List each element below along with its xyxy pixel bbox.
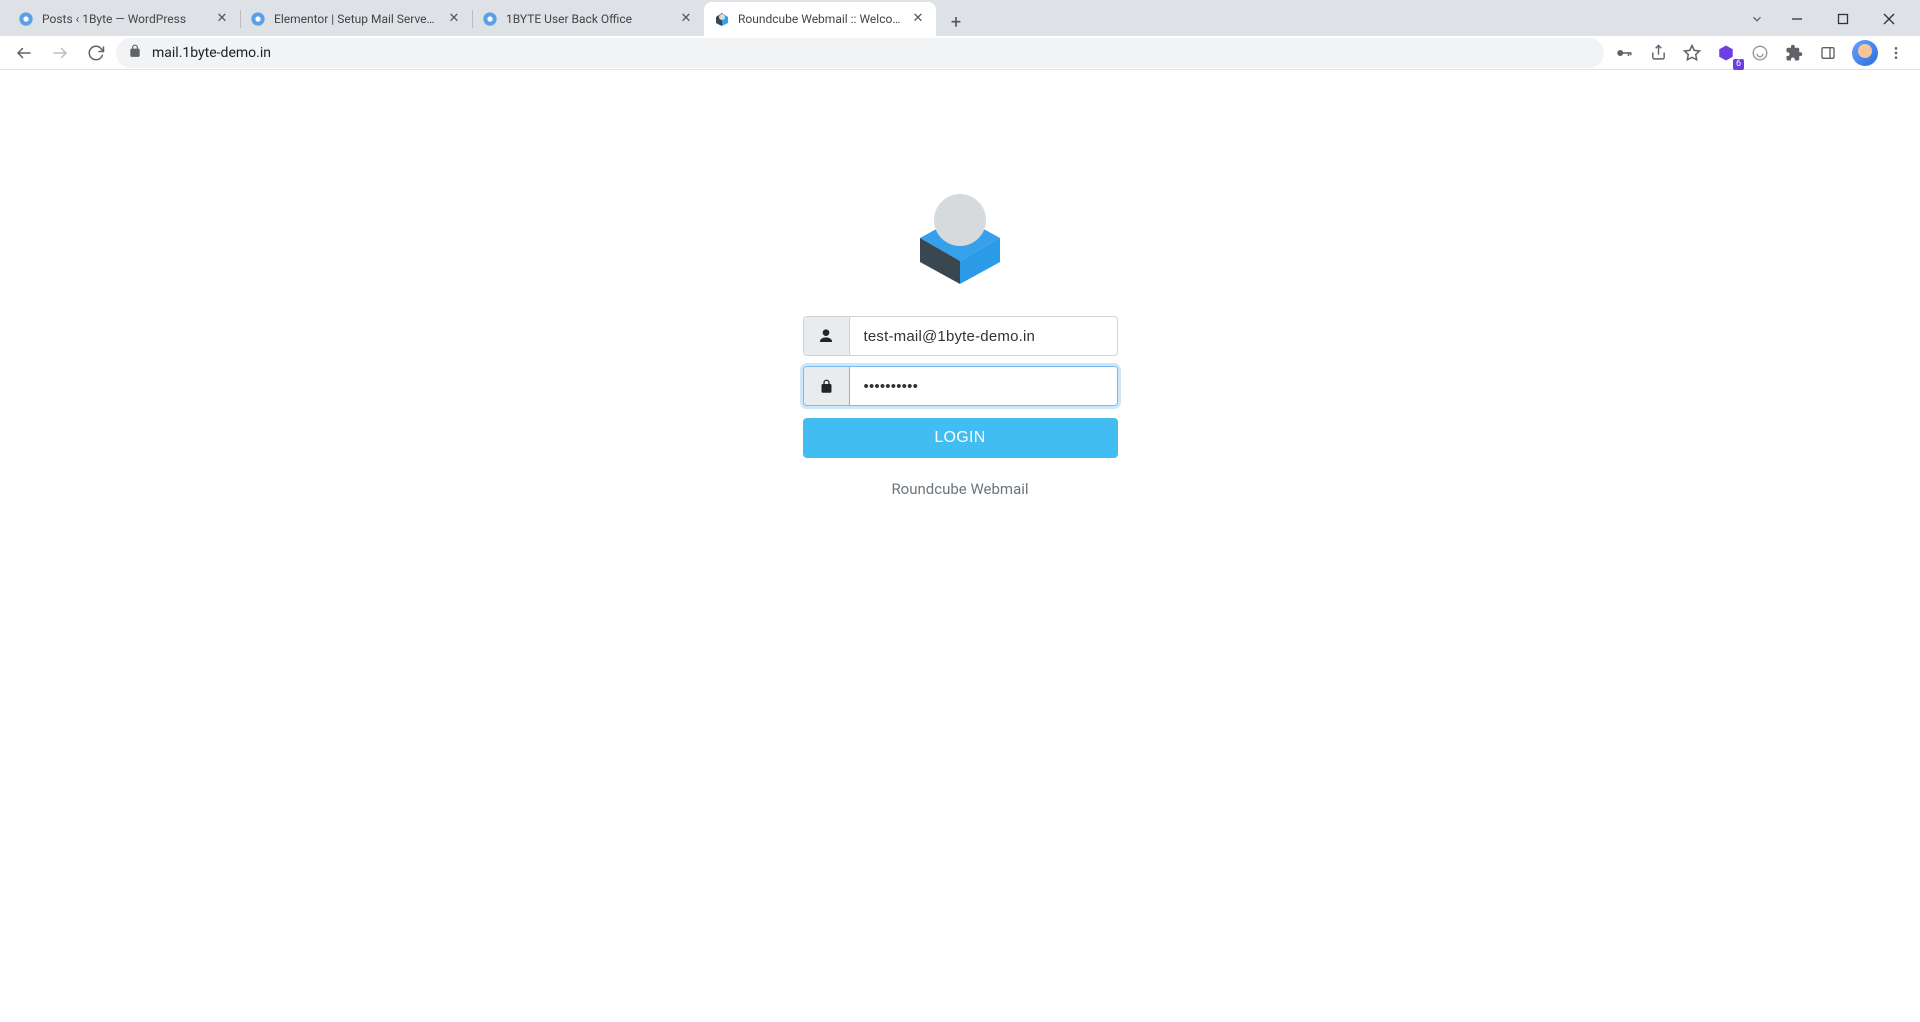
kebab-menu-icon[interactable] (1880, 38, 1912, 68)
tab-strip: Posts ‹ 1Byte — WordPress ✕ Elementor | … (0, 0, 1920, 36)
user-icon (804, 317, 850, 355)
password-input[interactable] (850, 367, 1117, 405)
footer-label: Roundcube Webmail (891, 480, 1028, 498)
password-key-icon[interactable] (1608, 38, 1640, 68)
favicon-icon (18, 11, 34, 27)
nav-forward-icon[interactable] (44, 38, 76, 68)
tab-close-icon[interactable]: ✕ (910, 11, 926, 27)
browser-tab[interactable]: Elementor | Setup Mail Server (Ro ✕ (240, 2, 472, 36)
tab-title: Posts ‹ 1Byte — WordPress (42, 12, 206, 26)
url-text: mail.1byte-demo.in (152, 45, 271, 61)
tab-title: 1BYTE User Back Office (506, 12, 670, 26)
browser-chrome: Posts ‹ 1Byte — WordPress ✕ Elementor | … (0, 0, 1920, 70)
lock-icon (128, 44, 142, 62)
address-bar[interactable]: mail.1byte-demo.in (116, 38, 1604, 68)
login-button[interactable]: LOGIN (803, 418, 1118, 458)
extensions-puzzle-icon[interactable] (1778, 38, 1810, 68)
tab-close-icon[interactable]: ✕ (214, 11, 230, 27)
favicon-icon (714, 11, 730, 27)
extension-badge: 6 (1733, 59, 1744, 70)
login-form: LOGIN Roundcube Webmail (803, 70, 1118, 498)
window-controls (1740, 2, 1912, 36)
username-input[interactable] (850, 317, 1117, 355)
profile-avatar[interactable] (1852, 40, 1878, 66)
bookmark-star-icon[interactable] (1676, 38, 1708, 68)
username-group (803, 316, 1118, 356)
page-content: LOGIN Roundcube Webmail (0, 70, 1920, 1022)
browser-tab-active[interactable]: Roundcube Webmail :: Welcome ✕ (704, 2, 936, 36)
window-minimize-icon[interactable] (1774, 3, 1820, 35)
sidepanel-icon[interactable] (1812, 38, 1844, 68)
window-maximize-icon[interactable] (1820, 3, 1866, 35)
roundcube-logo-icon (910, 186, 1010, 286)
extension2-icon[interactable] (1744, 38, 1776, 68)
window-close-icon[interactable] (1866, 3, 1912, 35)
password-group (803, 366, 1118, 406)
lock-icon (804, 367, 850, 405)
browser-toolbar: mail.1byte-demo.in 6 (0, 36, 1920, 70)
favicon-icon (250, 11, 266, 27)
browser-tab[interactable]: Posts ‹ 1Byte — WordPress ✕ (8, 2, 240, 36)
new-tab-button[interactable]: + (942, 8, 970, 36)
tab-close-icon[interactable]: ✕ (446, 11, 462, 27)
nav-reload-icon[interactable] (80, 38, 112, 68)
tab-search-icon[interactable] (1740, 3, 1774, 35)
extension-icon[interactable]: 6 (1710, 38, 1742, 68)
tab-close-icon[interactable]: ✕ (678, 11, 694, 27)
browser-tab[interactable]: 1BYTE User Back Office ✕ (472, 2, 704, 36)
tab-title: Roundcube Webmail :: Welcome (738, 12, 902, 26)
toolbar-right: 6 (1608, 38, 1912, 68)
tab-title: Elementor | Setup Mail Server (Ro (274, 12, 438, 26)
share-icon[interactable] (1642, 38, 1674, 68)
nav-back-icon[interactable] (8, 38, 40, 68)
favicon-icon (482, 11, 498, 27)
